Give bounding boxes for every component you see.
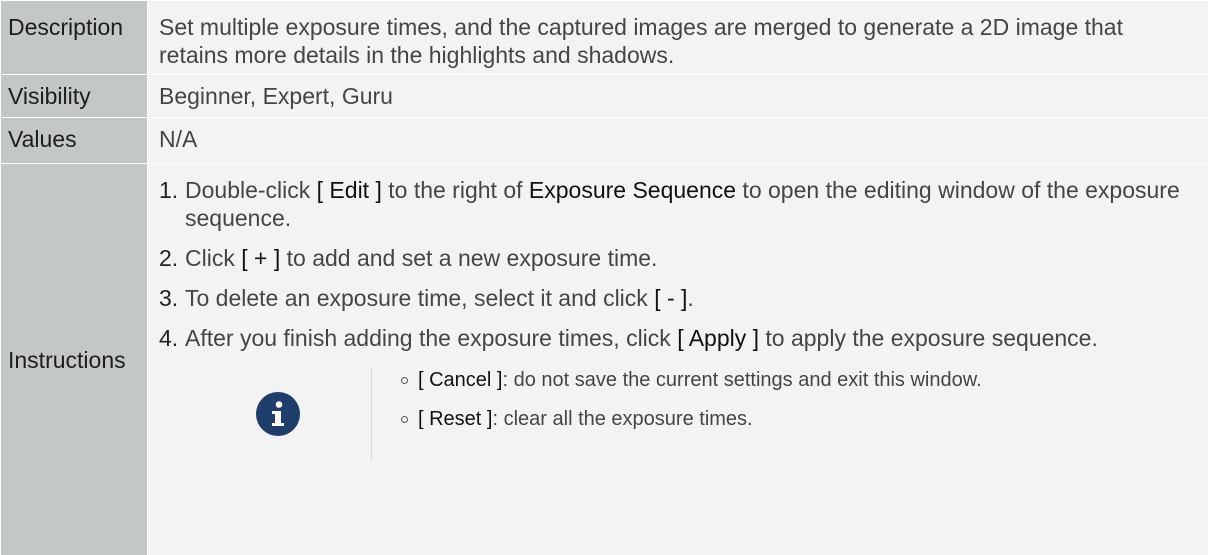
visibility-label: Visibility xyxy=(0,74,148,118)
step-text: to apply the exposure sequence. xyxy=(759,325,1098,351)
cancel-button-ref: [ Cancel ] xyxy=(418,369,503,391)
values-row: Values N/A xyxy=(0,117,1208,164)
description-label: Description xyxy=(0,0,148,75)
info-icon xyxy=(255,392,300,436)
note-item-cancel: [ Cancel ]: do not save the current sett… xyxy=(401,368,982,392)
step-text: . xyxy=(687,285,694,311)
note-text: : do not save the current settings and e… xyxy=(502,369,982,391)
values-value: N/A xyxy=(147,117,1208,164)
step-text: to the right of xyxy=(381,177,529,203)
exposure-sequence-ref: Exposure Sequence xyxy=(528,177,737,203)
instructions-value: 1. Double-click [ Edit ] to the right of… xyxy=(147,163,1208,555)
parameter-table: Description Set multiple exposure times,… xyxy=(0,0,1208,555)
edit-button-ref: [ Edit ] xyxy=(316,177,382,203)
note-text: : clear all the exposure times. xyxy=(492,408,753,430)
note-item-reset: [ Reset ]: clear all the exposure times. xyxy=(401,407,982,431)
step-text: After you finish adding the exposure tim… xyxy=(185,325,678,351)
add-button-ref: [ + ] xyxy=(241,245,281,271)
instruction-step-1: 1. Double-click [ Edit ] to the right of… xyxy=(159,176,1198,232)
apply-button-ref: [ Apply ] xyxy=(677,325,760,351)
step-number: 1. xyxy=(159,177,179,203)
bullet-icon xyxy=(401,415,408,423)
step-number: 3. xyxy=(159,285,179,311)
instructions-row: Instructions 1. Double-click [ Edit ] to… xyxy=(0,163,1208,555)
step-text: Click xyxy=(185,245,242,271)
step-text: to add and set a new exposure time. xyxy=(280,245,658,271)
description-value: Set multiple exposure times, and the cap… xyxy=(147,0,1208,75)
note-list: [ Cancel ]: do not save the current sett… xyxy=(372,368,982,460)
instruction-step-4: 4. After you finish adding the exposure … xyxy=(159,324,1198,352)
instruction-step-2: 2. Click [ + ] to add and set a new expo… xyxy=(159,244,1198,272)
instruction-step-3: 3. To delete an exposure time, select it… xyxy=(159,284,1198,312)
visibility-value: Beginner, Expert, Guru xyxy=(147,74,1208,118)
bullet-icon xyxy=(401,376,408,384)
values-label: Values xyxy=(0,117,148,164)
note-icon-column xyxy=(184,368,372,460)
remove-button-ref: [ - ] xyxy=(654,285,688,311)
instruction-steps: 1. Double-click [ Edit ] to the right of… xyxy=(159,176,1198,352)
info-note: [ Cancel ]: do not save the current sett… xyxy=(184,368,1198,460)
step-text: To delete an exposure time, select it an… xyxy=(185,285,655,311)
reset-button-ref: [ Reset ] xyxy=(418,408,493,430)
visibility-row: Visibility Beginner, Expert, Guru xyxy=(0,74,1208,118)
description-row: Description Set multiple exposure times,… xyxy=(0,0,1208,75)
step-text: Double-click xyxy=(185,177,317,203)
step-number: 2. xyxy=(159,245,179,271)
step-number: 4. xyxy=(159,325,179,351)
instructions-label: Instructions xyxy=(0,163,148,555)
